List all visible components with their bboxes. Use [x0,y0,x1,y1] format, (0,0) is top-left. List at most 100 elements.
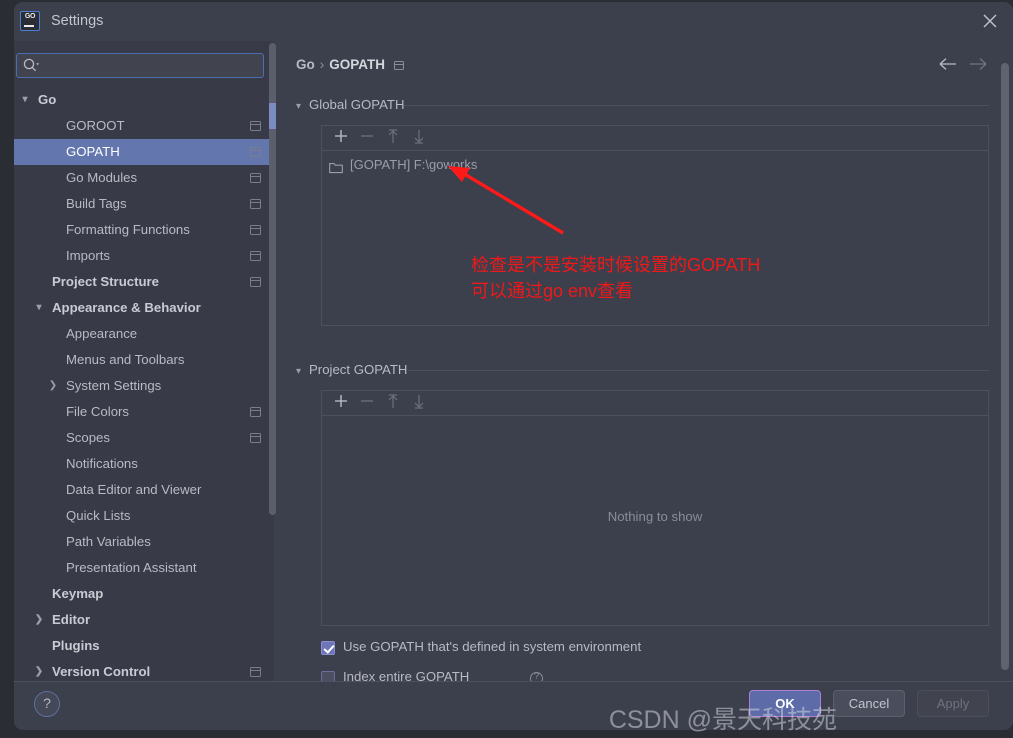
move-up-button [383,129,403,148]
breadcrumb-item-go[interactable]: Go [296,57,315,72]
sidebar-item-label: Project Structure [52,274,159,289]
sidebar-item-label: Appearance [66,326,138,341]
sidebar-item-appearance[interactable]: Appearance [14,321,274,347]
sidebar-item-label: Keymap [52,586,104,601]
close-icon[interactable] [967,2,1013,41]
chevron-right-icon[interactable]: ❯ [32,607,46,633]
sidebar-item-label: Formatting Functions [66,222,190,237]
sidebar-item-file-colors[interactable]: File Colors [14,399,274,425]
project-scope-icon [250,121,261,131]
settings-tree: ▾ Go GOROOT GOPATH Go Modules Build Tags Forma… [14,87,274,691]
sidebar-item-path-variables[interactable]: Path Variables [14,529,274,555]
project-scope-icon [250,225,261,235]
chevron-down-icon: ▾ [296,366,302,377]
sidebar-item-label: Path Variables [66,534,151,549]
settings-dialog-screen: GO Settings ▾ Go GOROOT GOPATH Go Module… [0,0,1013,738]
sidebar-item-data-editor-and-viewer[interactable]: Data Editor and Viewer [14,477,274,503]
ok-button-label: OK [775,696,795,711]
use-system-gopath-label: Use GOPATH that's defined in system envi… [343,639,642,654]
sidebar-item-label: Presentation Assistant [66,560,197,575]
sidebar-item-scopes[interactable]: Scopes [14,425,274,451]
nav-arrows [935,55,991,78]
sidebar-item-project-structure[interactable]: Project Structure [14,269,274,295]
section-title-global-gopath: Global GOPATH [309,97,405,112]
sidebar-item-label: Scopes [66,430,110,445]
ok-button[interactable]: OK [749,690,821,717]
search-icon [23,58,40,78]
sidebar-item-label: Notifications [66,456,138,471]
sidebar-scrollbar-selection [269,103,276,129]
chevron-down-icon[interactable]: ▾ [32,295,46,321]
cancel-button[interactable]: Cancel [833,690,905,717]
sidebar-scrollbar[interactable] [269,43,276,515]
sidebar-item-label: GOROOT [66,118,125,133]
sidebar-item-gopath[interactable]: GOPATH [14,139,274,165]
sidebar-item-editor[interactable]: ❯ Editor [14,607,274,633]
section-header-project-gopath[interactable]: ▾ Project GOPATH [296,362,407,380]
sidebar-item-formatting-functions[interactable]: Formatting Functions [14,217,274,243]
section-rule-project [408,370,989,371]
project-scope-icon [250,199,261,209]
sidebar-item-notifications[interactable]: Notifications [14,451,274,477]
sidebar-item-menus-and-toolbars[interactable]: Menus and Toolbars [14,347,274,373]
arrow-left-icon[interactable] [935,55,961,77]
search-field-wrap [16,53,264,78]
project-scope-icon [394,61,404,70]
chevron-down-icon: ▾ [296,101,302,112]
sidebar-item-label: Editor [52,612,91,627]
move-up-button [383,394,403,413]
sidebar-item-presentation-assistant[interactable]: Presentation Assistant [14,555,274,581]
sidebar-item-label: Plugins [52,638,100,653]
sidebar-item-go[interactable]: ▾ Go [14,87,274,113]
search-input[interactable] [46,57,256,74]
apply-button-label: Apply [936,696,970,711]
breadcrumb-item-gopath: GOPATH [329,57,385,72]
project-gopath-list-panel: Nothing to show [321,390,989,626]
dialog-footer: ? OK Cancel Apply [14,681,1013,730]
sidebar-item-go-modules[interactable]: Go Modules [14,165,274,191]
arrow-right-icon [965,55,991,77]
content-scrollbar[interactable] [1001,63,1009,670]
section-header-global-gopath[interactable]: ▾ Global GOPATH [296,97,405,115]
sidebar-item-system-settings[interactable]: ❯ System Settings [14,373,274,399]
sidebar-item-plugins[interactable]: Plugins [14,633,274,659]
empty-list-message: Nothing to show [607,509,703,524]
chevron-down-icon[interactable]: ▾ [18,87,32,113]
help-button-label: ? [43,695,51,711]
project-gopath-toolbar [322,391,988,416]
project-scope-icon [250,147,261,157]
section-rule-global [404,105,989,106]
help-button[interactable]: ? [34,691,60,717]
sidebar-item-label: Quick Lists [66,508,131,523]
sidebar-item-label: Menus and Toolbars [66,352,185,367]
sidebar-item-label: System Settings [66,378,162,393]
chevron-right-icon[interactable]: ❯ [46,373,60,399]
sidebar-item-imports[interactable]: Imports [14,243,274,269]
global-gopath-list-panel: [GOPATH] F:\goworks [321,125,989,326]
add-button[interactable] [331,394,351,413]
sidebar-item-appearance-behavior[interactable]: ▾ Appearance & Behavior [14,295,274,321]
sidebar-item-label: Go Modules [66,170,138,185]
settings-content-panel: Go › GOPATH ▾ Global GOPATH [GOPATH] F:\… [276,41,1013,691]
remove-button [357,394,377,413]
section-title-project-gopath: Project GOPATH [309,362,408,377]
project-scope-icon [250,251,261,261]
settings-sidebar: ▾ Go GOROOT GOPATH Go Modules Build Tags Forma… [14,41,276,691]
goland-icon: GO [20,11,40,31]
title-bar: GO Settings [14,2,1013,41]
sidebar-item-quick-lists[interactable]: Quick Lists [14,503,274,529]
sidebar-item-keymap[interactable]: Keymap [14,581,274,607]
sidebar-item-label: Data Editor and Viewer [66,482,202,497]
folder-icon [329,159,343,181]
sidebar-item-label: Go [38,92,57,107]
sidebar-item-goroot[interactable]: GOROOT [14,113,274,139]
breadcrumb: Go › GOPATH [296,57,404,72]
use-system-gopath-checkbox[interactable] [321,641,335,655]
list-item-label: [GOPATH] F:\goworks [350,157,478,172]
sidebar-item-label: GOPATH [66,144,120,159]
project-scope-icon [250,173,261,183]
add-button[interactable] [331,129,351,148]
list-item[interactable]: [GOPATH] F:\goworks [322,154,988,176]
apply-button: Apply [917,690,989,717]
sidebar-item-build-tags[interactable]: Build Tags [14,191,274,217]
